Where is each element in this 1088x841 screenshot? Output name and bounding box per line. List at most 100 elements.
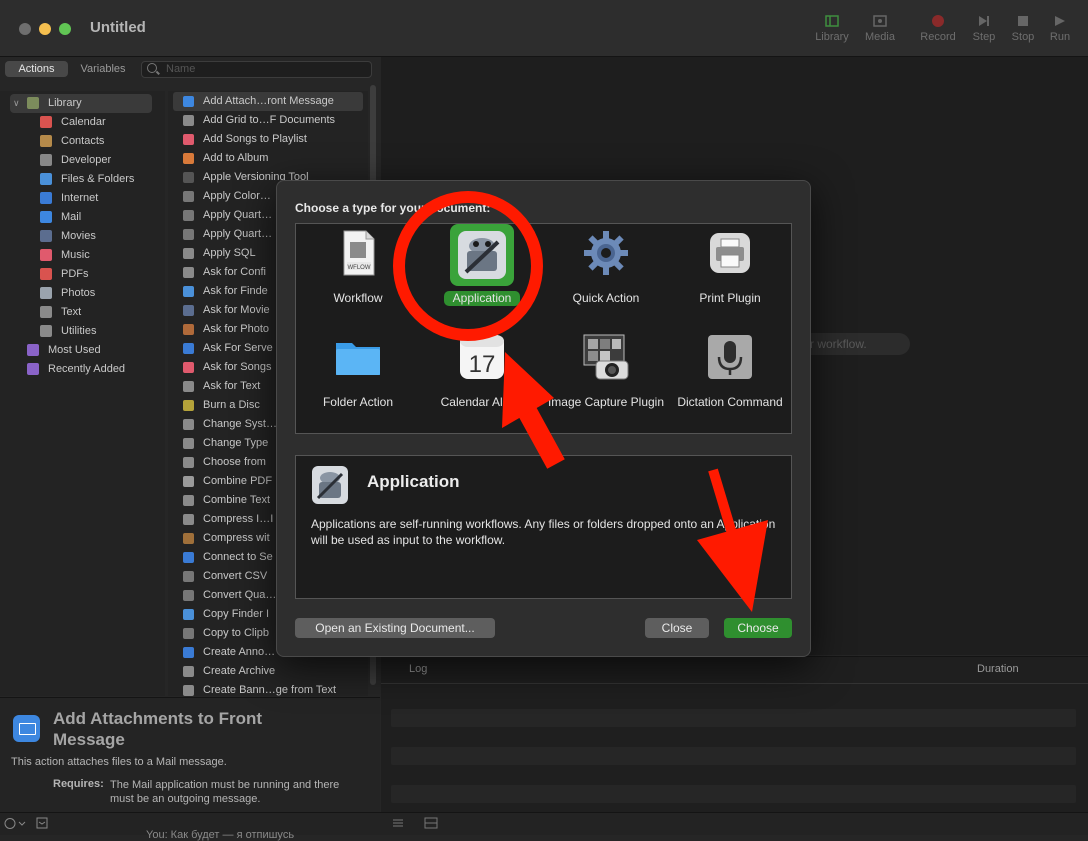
sidebar-item-pdfs[interactable]: PDFs — [10, 265, 152, 284]
description-toggle-icon[interactable] — [36, 817, 48, 829]
sidebar-item-most-used[interactable]: Most Used — [10, 341, 152, 360]
minimize-window-button[interactable] — [39, 23, 51, 35]
action-label: Ask for Text — [203, 380, 261, 392]
background-chat-text: You: Как будет — я отпишусь — [146, 829, 295, 841]
sidebar-item-utilities[interactable]: Utilities — [10, 322, 152, 341]
type-print-plugin[interactable]: Print Plugin — [668, 224, 792, 328]
sidebar-item-text[interactable]: Text — [10, 303, 152, 322]
sidebar-item-label: Recently Added — [48, 363, 126, 375]
automator-robot-icon — [312, 466, 348, 504]
zoom-window-button[interactable] — [59, 23, 71, 35]
window-title: Untitled — [90, 19, 146, 36]
action-label: Apply SQL — [203, 247, 256, 259]
action-label: Compress wit — [203, 532, 270, 544]
action-icon — [183, 153, 194, 164]
action-description-text: This action attaches files to a Mail mes… — [11, 756, 227, 768]
sidebar-item-label: Most Used — [48, 344, 101, 356]
toolbar-run-label: Run — [1049, 31, 1071, 43]
action-icon — [183, 96, 194, 107]
action-list-item[interactable]: Add Attach…ront Message — [173, 92, 363, 111]
dialog-prompt: Choose a type for your document: — [295, 201, 491, 215]
toolbar-media-label: Media — [865, 31, 895, 43]
sidebar-item-contacts[interactable]: Contacts — [10, 132, 152, 151]
close-window-button[interactable] — [19, 23, 31, 35]
type-image-capture-plugin[interactable]: Image Capture Plugin — [544, 328, 668, 432]
action-label: Burn a Disc — [203, 399, 260, 411]
tab-actions[interactable]: Actions — [5, 61, 68, 77]
action-icon — [183, 362, 194, 373]
action-label: Add Songs to Playlist — [203, 133, 307, 145]
sidebar-item-calendar[interactable]: Calendar — [10, 113, 152, 132]
action-list-item[interactable]: Add Songs to Playlist — [173, 130, 363, 149]
action-icon — [183, 305, 194, 316]
action-label: Create Archive — [203, 665, 276, 677]
selected-type-title: Application — [367, 472, 460, 491]
action-label: Compress I…I — [203, 513, 274, 525]
sidebar-item-label: Files & Folders — [61, 173, 135, 185]
sidebar-item-label: Mail — [61, 211, 82, 223]
action-description-title: Add Attachments to Front Message — [53, 709, 263, 749]
sidebar-item-label: Photos — [61, 287, 96, 299]
open-existing-document-button[interactable]: Open an Existing Document... — [295, 618, 495, 638]
action-label: Ask for Confi — [203, 266, 266, 278]
duration-column-header[interactable]: Duration — [977, 663, 1019, 675]
action-list-item[interactable]: Add Grid to…F Documents — [173, 111, 363, 130]
stop-icon — [1018, 16, 1028, 26]
toolbar-record-button[interactable]: Record — [913, 14, 963, 43]
action-icon — [183, 419, 194, 430]
sidebar-item-developer[interactable]: Developer — [10, 151, 152, 170]
sidebar-item-movies[interactable]: Movies — [10, 227, 152, 246]
type-calendar-alarm[interactable]: 17 Calendar Alarm — [420, 328, 544, 432]
category-icon — [40, 306, 52, 318]
type-workflow-label: Workflow — [333, 291, 383, 305]
sidebar-item-label: Internet — [61, 192, 99, 204]
type-folder-action[interactable]: Folder Action — [296, 328, 420, 432]
action-icon — [183, 552, 194, 563]
split-view-icon[interactable] — [424, 817, 438, 829]
tab-variables[interactable]: Variables — [72, 61, 134, 77]
sidebar-item-recently-added[interactable]: Recently Added — [10, 360, 152, 379]
log-column-header[interactable]: Log — [409, 663, 427, 675]
sidebar-item-label: Utilities — [61, 325, 97, 337]
toolbar-run-button[interactable]: Run — [1035, 14, 1085, 43]
action-icon — [183, 248, 194, 259]
toolbar-library-button[interactable]: Library — [807, 14, 857, 43]
category-icon — [40, 154, 52, 166]
type-application[interactable]: Application — [420, 224, 544, 328]
type-workflow[interactable]: WFLOW Workflow — [296, 224, 420, 328]
action-list-item[interactable]: Create Bann…ge from Text — [173, 681, 363, 696]
category-icon — [40, 173, 52, 185]
sidebar-item-internet[interactable]: Internet — [10, 189, 152, 208]
action-icon — [183, 172, 194, 183]
action-label: Combine Text — [203, 494, 271, 506]
sidebar-item-mail[interactable]: Mail — [10, 208, 152, 227]
choose-button[interactable]: Choose — [724, 618, 792, 638]
type-dictation-command[interactable]: Dictation Command — [668, 328, 792, 432]
search-placeholder: Name — [166, 63, 196, 75]
sidebar-item-photos[interactable]: Photos — [10, 284, 152, 303]
type-quick-action[interactable]: Quick Action — [544, 224, 668, 328]
sidebar-item-files-folders[interactable]: Files & Folders — [10, 170, 152, 189]
chevron-down-icon[interactable]: ∨ — [13, 94, 20, 113]
calendar-icon: 17 — [460, 335, 504, 379]
action-label: Apply Quart… — [203, 209, 273, 221]
search-icon — [147, 63, 157, 73]
action-list-item[interactable]: Add to Album — [173, 149, 363, 168]
log-header: Log Duration — [381, 657, 1088, 684]
category-icon — [40, 287, 52, 299]
library-icon — [825, 15, 839, 27]
list-view-icon[interactable] — [392, 817, 404, 829]
close-button[interactable]: Close — [645, 618, 709, 638]
action-list-item[interactable]: Create Archive — [173, 662, 363, 681]
type-print-plugin-label: Print Plugin — [699, 291, 761, 305]
search-field[interactable]: Name — [141, 61, 372, 78]
action-icon — [183, 210, 194, 221]
sidebar-item-music[interactable]: Music — [10, 246, 152, 265]
toolbar-media-button[interactable]: Media — [855, 14, 905, 43]
view-options-icon[interactable] — [4, 817, 28, 830]
action-label: Ask for Movie — [203, 304, 270, 316]
sidebar-item-library[interactable]: ∨ Library — [10, 94, 152, 113]
record-icon — [932, 15, 944, 27]
action-icon — [183, 495, 194, 506]
run-icon — [1055, 16, 1065, 26]
